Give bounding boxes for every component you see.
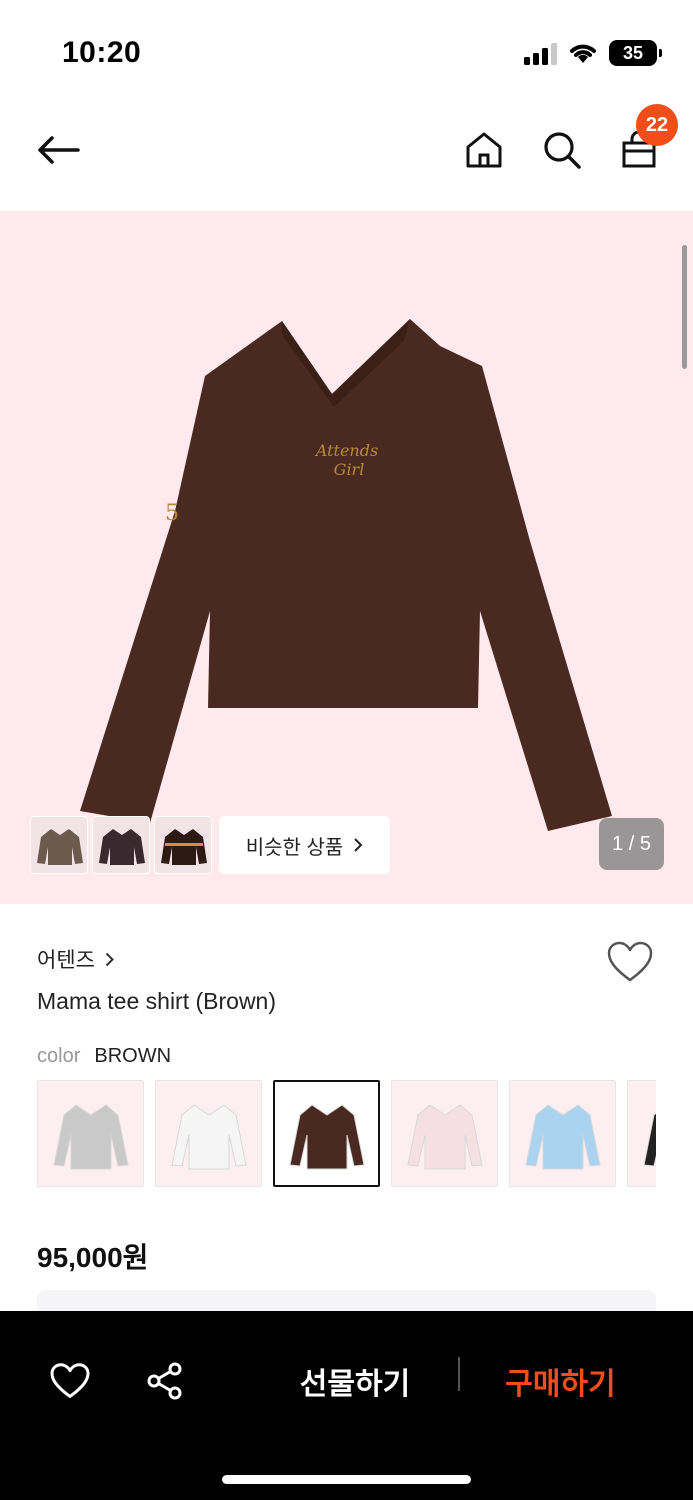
chevron-right-icon <box>105 952 114 966</box>
price: 95,000원 <box>37 1242 149 1273</box>
cellular-signal-icon <box>524 41 557 65</box>
search-icon <box>544 132 581 169</box>
brand-name: 어텐즈 <box>37 949 95 972</box>
heart-outline-icon <box>607 941 653 982</box>
back-arrow-icon <box>38 136 80 164</box>
home-button[interactable] <box>456 122 512 178</box>
color-swatch[interactable] <box>391 1080 498 1187</box>
product-name: Mama tee shirt (Brown) <box>37 988 277 1014</box>
image-pager: 1 / 5 <box>599 818 664 870</box>
status-bar: 10:20 35 <box>0 0 693 100</box>
chevron-right-icon <box>354 838 363 852</box>
share-button[interactable] <box>137 1353 193 1409</box>
similar-products-button[interactable]: 비슷한 상품 <box>219 816 390 874</box>
color-label: color <box>37 1045 81 1067</box>
heart-icon <box>50 1363 90 1398</box>
header <box>0 100 693 210</box>
share-icon <box>147 1362 182 1400</box>
shirt-swatch-icon <box>170 1103 247 1169</box>
bottom-action-bar: 선물하기 구매하기 <box>0 1311 693 1500</box>
shirt-swatch-icon <box>288 1103 365 1169</box>
product-photo: Attends Girl 5 <box>80 319 612 831</box>
similar-thumb[interactable] <box>154 816 212 874</box>
like-button[interactable] <box>42 1353 98 1409</box>
button-divider <box>458 1357 460 1391</box>
status-time: 10:20 <box>62 36 142 69</box>
wishlist-button[interactable] <box>604 936 656 988</box>
scroll-indicator <box>682 245 687 369</box>
status-icons: 35 <box>524 40 662 66</box>
similar-products-label: 비슷한 상품 <box>245 836 344 859</box>
brand-link[interactable]: 어텐즈 <box>37 944 114 974</box>
shirt-swatch-icon <box>524 1103 601 1169</box>
shirt-thumbnail-icon <box>99 829 145 865</box>
svg-text:5: 5 <box>165 501 179 526</box>
shirt-thumbnail-icon <box>37 829 83 865</box>
home-indicator <box>222 1475 471 1484</box>
color-swatch[interactable] <box>509 1080 616 1187</box>
svg-text:Attends: Attends <box>314 441 378 460</box>
battery-icon: 35 <box>609 40 662 66</box>
wifi-icon <box>570 44 596 63</box>
color-swatches <box>37 1080 656 1187</box>
product-image-carousel[interactable]: Attends Girl 5 비슷한 상품 1 / 5 <box>0 211 693 904</box>
color-swatch-selected[interactable] <box>273 1080 380 1187</box>
buy-button[interactable]: 구매하기 <box>478 1353 643 1409</box>
color-value: BROWN <box>94 1045 172 1067</box>
shirt-thumbnail-icon <box>161 829 207 865</box>
search-button[interactable] <box>534 122 590 178</box>
svg-text:Girl: Girl <box>334 460 365 479</box>
color-swatch[interactable] <box>627 1080 656 1187</box>
cart-count-badge: 22 <box>636 104 678 146</box>
shirt-swatch-icon <box>52 1103 129 1169</box>
similar-thumbs <box>30 816 212 874</box>
gift-button[interactable]: 선물하기 <box>270 1353 440 1409</box>
shirt-swatch-icon <box>406 1103 483 1169</box>
home-icon <box>466 132 502 168</box>
color-swatch[interactable] <box>37 1080 144 1187</box>
color-row: color BROWN <box>37 1045 171 1068</box>
similar-thumb[interactable] <box>92 816 150 874</box>
shirt-swatch-icon <box>642 1111 656 1167</box>
back-button[interactable] <box>30 122 86 178</box>
color-swatch[interactable] <box>155 1080 262 1187</box>
similar-thumb[interactable] <box>30 816 88 874</box>
